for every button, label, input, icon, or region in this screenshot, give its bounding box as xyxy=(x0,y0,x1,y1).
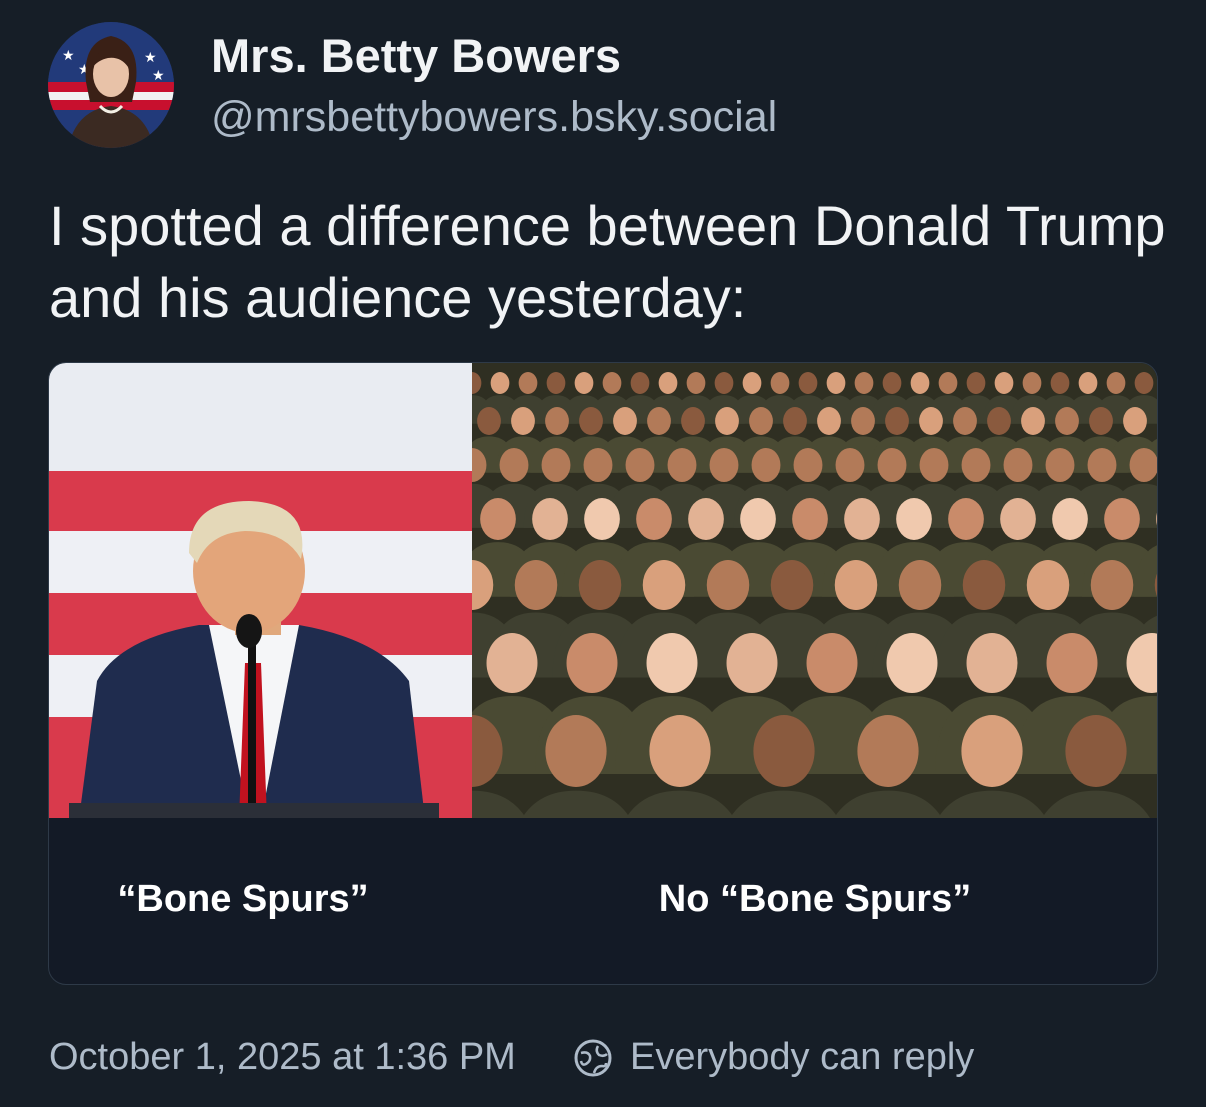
reply-settings[interactable]: Everybody can reply xyxy=(572,1036,974,1079)
author-display-name[interactable]: Mrs. Betty Bowers xyxy=(211,28,621,83)
embed-image[interactable] xyxy=(49,363,1157,819)
author-avatar[interactable]: ★ ★ ★ ★ xyxy=(48,22,174,148)
svg-text:★: ★ xyxy=(144,50,157,66)
post-timestamp[interactable]: October 1, 2025 at 1:36 PM xyxy=(49,1036,516,1079)
author-handle[interactable]: @mrsbettybowers.bsky.social xyxy=(211,93,777,142)
post-text: I spotted a difference between Donald Tr… xyxy=(49,194,1166,329)
svg-text:★: ★ xyxy=(152,68,165,84)
reply-setting-label: Everybody can reply xyxy=(630,1036,975,1078)
post-image-embed[interactable]: “Bone Spurs” No “Bone Spurs” xyxy=(48,362,1158,985)
audience-photo xyxy=(472,363,1157,819)
avatar-image: ★ ★ ★ ★ xyxy=(48,22,174,148)
globe-icon xyxy=(572,1037,614,1079)
speaker-photo xyxy=(49,363,472,819)
timestamp-link[interactable]: October 1, 2025 at 1:36 PM xyxy=(49,1036,516,1078)
caption-left: “Bone Spurs” xyxy=(117,878,369,920)
svg-text:★: ★ xyxy=(62,48,75,64)
caption-right: No “Bone Spurs” xyxy=(658,878,972,920)
